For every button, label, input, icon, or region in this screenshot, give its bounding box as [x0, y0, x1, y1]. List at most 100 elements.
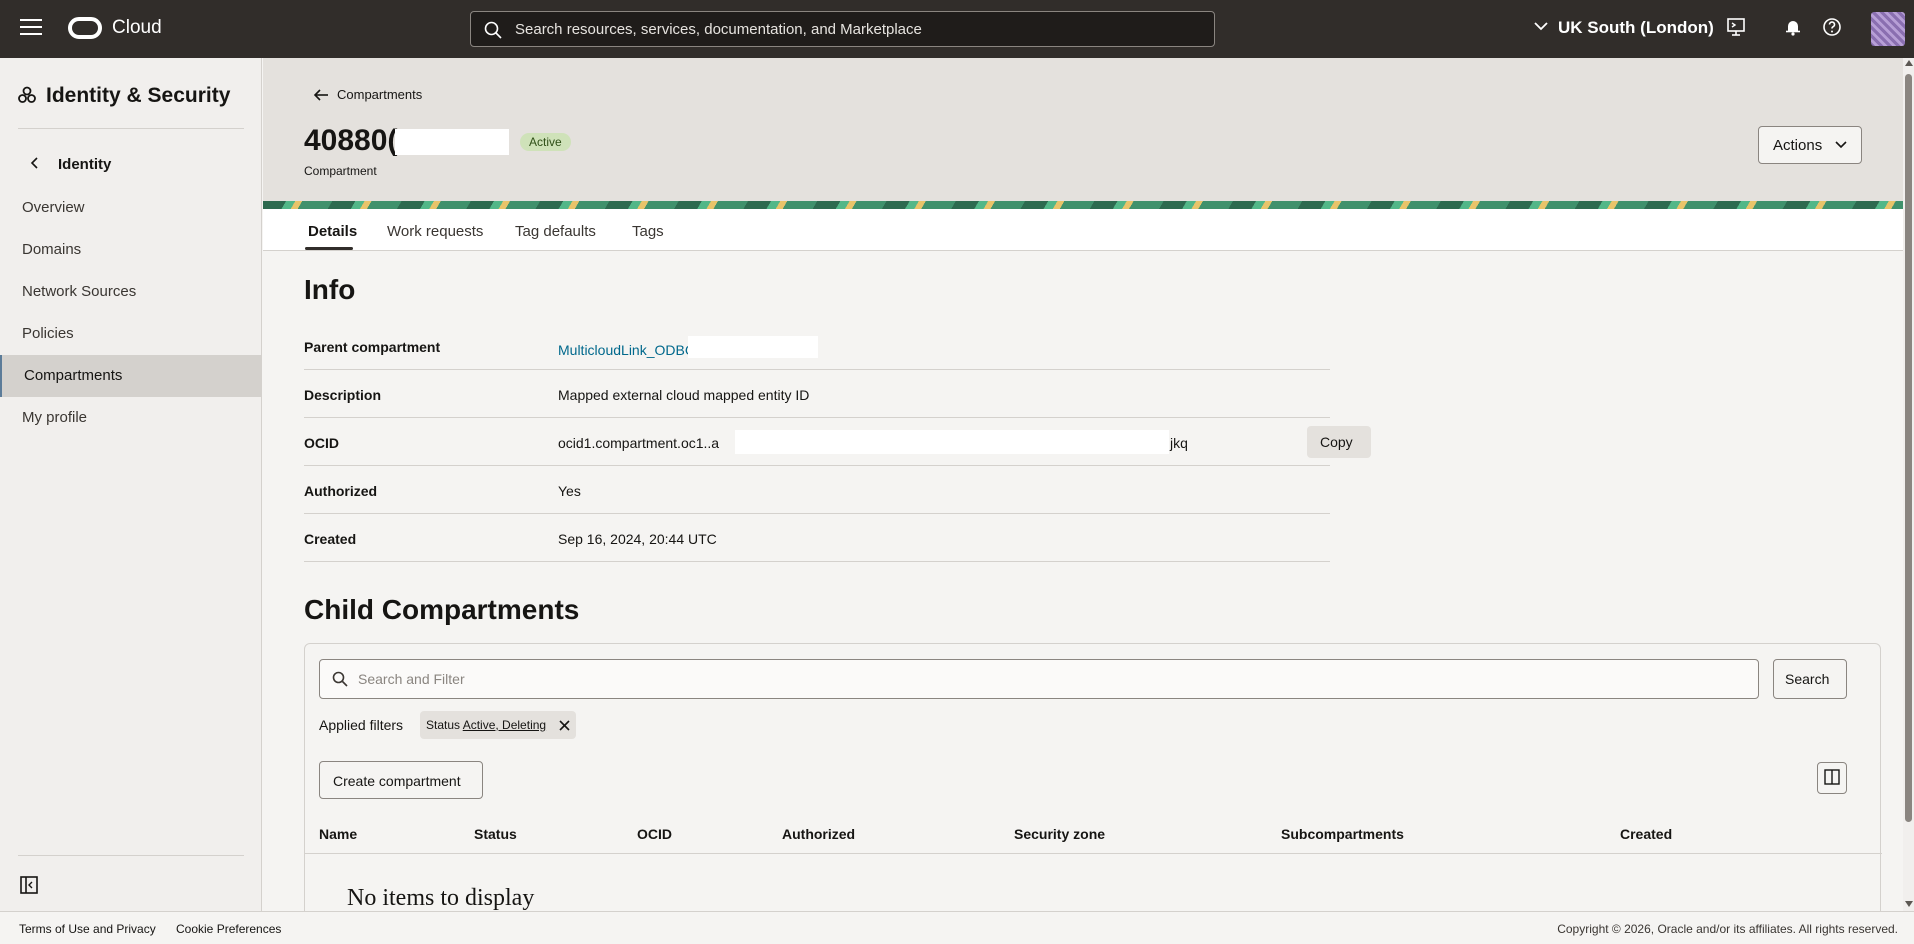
chevron-down-icon	[1835, 141, 1847, 149]
status-badge: Active	[520, 133, 571, 151]
back-to-compartments-link[interactable]: Compartments	[313, 87, 422, 102]
help-icon[interactable]	[1822, 17, 1842, 37]
scroll-down-arrow-icon[interactable]	[1905, 901, 1913, 907]
collapse-sidebar-icon[interactable]	[20, 876, 38, 894]
info-row-parent-compartment: Parent compartment MulticloudLink_ODBG_	[304, 322, 1330, 370]
info-value: Sep 16, 2024, 20:44 UTC	[558, 531, 717, 547]
scroll-up-arrow-icon[interactable]	[1905, 60, 1913, 66]
child-compartments-card: Search and Filter Search Applied filters…	[304, 643, 1882, 911]
sidebar-item-domains[interactable]: Domains	[0, 229, 262, 271]
search-icon	[484, 21, 502, 39]
user-avatar[interactable]	[1871, 12, 1905, 46]
sidebar-title: Identity & Security	[18, 84, 230, 108]
search-icon	[332, 671, 348, 687]
info-label: Description	[304, 387, 382, 403]
active-tab-indicator	[305, 247, 353, 250]
actions-button[interactable]: Actions	[1758, 126, 1862, 164]
sidebar: Identity & Security Identity Overview Do…	[0, 58, 262, 911]
oracle-logo-icon[interactable]	[68, 17, 102, 39]
sidebar-item-overview[interactable]: Overview	[0, 187, 262, 229]
cloud-shell-icon[interactable]	[1726, 17, 1746, 37]
sidebar-divider	[18, 128, 244, 129]
empty-state-message: No items to display	[347, 885, 535, 911]
sidebar-item-network-sources[interactable]: Network Sources	[0, 271, 262, 313]
parent-compartment-link[interactable]: MulticloudLink_ODBG_	[558, 342, 704, 358]
info-value: Mapped external cloud mapped entity ID	[558, 387, 810, 403]
ocid-suffix: jkq	[1170, 435, 1188, 451]
info-row-created: Created Sep 16, 2024, 20:44 UTC	[304, 514, 1330, 562]
chip-key: Status	[426, 718, 461, 732]
column-header-created[interactable]: Created	[1620, 826, 1672, 842]
identity-security-icon	[18, 86, 36, 103]
column-header-authorized[interactable]: Authorized	[782, 826, 855, 842]
info-row-authorized: Authorized Yes	[304, 466, 1330, 514]
status-filter-chip[interactable]: Status Active, Deleting	[420, 711, 577, 739]
copy-ocid-button[interactable]: Copy	[1307, 426, 1371, 458]
info-value: Yes	[558, 483, 581, 499]
create-compartment-button[interactable]: Create compartment	[319, 761, 483, 799]
tab-work-requests[interactable]: Work requests	[387, 223, 483, 240]
page-title: 40880(	[304, 124, 398, 157]
decorative-banner	[263, 201, 1903, 209]
back-link-label: Compartments	[337, 87, 423, 102]
global-search-placeholder: Search resources, services, documentatio…	[515, 21, 922, 38]
sidebar-item-my-profile[interactable]: My profile	[0, 397, 262, 439]
notifications-bell-icon[interactable]	[1783, 17, 1803, 37]
column-header-subcompartments[interactable]: Subcompartments	[1281, 826, 1404, 842]
page-scrollbar[interactable]	[1903, 58, 1914, 911]
sidebar-title-label: Identity & Security	[46, 84, 231, 107]
region-selector[interactable]: UK South (London)	[1534, 18, 1714, 38]
page-subtitle: Compartment	[304, 164, 377, 178]
redacted-area	[735, 430, 1169, 454]
column-header-name[interactable]: Name	[319, 826, 357, 842]
copyright-text: Copyright © 2026, Oracle and/or its affi…	[1557, 922, 1898, 936]
info-label: Parent compartment	[304, 339, 441, 355]
hamburger-menu-icon[interactable]	[20, 19, 42, 37]
column-header-status[interactable]: Status	[474, 826, 517, 842]
chevron-left-icon	[30, 157, 38, 169]
footer: Terms of Use and Privacy Cookie Preferen…	[0, 911, 1914, 944]
info-label: OCID	[304, 435, 339, 451]
region-label: UK South (London)	[1558, 18, 1714, 37]
sidebar-back-label: Identity	[58, 156, 112, 173]
redacted-title-area	[395, 129, 509, 155]
tab-details[interactable]: Details	[308, 223, 357, 240]
page-header: Compartments 40880( Active Compartment A…	[263, 58, 1903, 201]
sidebar-item-compartments[interactable]: Compartments	[0, 355, 262, 397]
child-compartments-title: Child Compartments	[304, 594, 580, 625]
column-header-ocid[interactable]: OCID	[637, 826, 672, 842]
info-row-ocid: OCID ocid1.compartment.oc1..a jkq Copy	[304, 418, 1371, 466]
sidebar-item-policies[interactable]: Policies	[0, 313, 262, 355]
search-filter-input[interactable]: Search and Filter	[319, 659, 1759, 699]
global-search-input[interactable]: Search resources, services, documentatio…	[470, 11, 1215, 47]
top-bar: Cloud Search resources, services, docume…	[0, 0, 1914, 58]
info-row-description: Description Mapped external cloud mapped…	[304, 370, 1330, 418]
brand-name[interactable]: Cloud	[112, 17, 162, 39]
terms-link[interactable]: Terms of Use and Privacy	[19, 922, 156, 936]
tab-bar: Details Work requests Tag defaults Tags	[263, 209, 1903, 251]
info-value: ocid1.compartment.oc1..a	[558, 435, 720, 451]
info-label: Authorized	[304, 483, 378, 499]
chip-value[interactable]: Active, Deleting	[463, 718, 546, 732]
redacted-area	[688, 336, 818, 358]
applied-filters-label: Applied filters	[319, 717, 404, 733]
info-section-title: Info	[304, 274, 356, 305]
search-button[interactable]: Search	[1773, 659, 1847, 699]
chevron-down-icon	[1534, 22, 1548, 31]
arrow-left-icon	[313, 89, 328, 101]
column-header-security-zone[interactable]: Security zone	[1014, 826, 1105, 842]
actions-label: Actions	[1773, 137, 1823, 154]
columns-icon	[1824, 769, 1840, 785]
table-header-divider	[305, 853, 1882, 854]
scrollbar-thumb[interactable]	[1905, 74, 1912, 822]
search-filter-placeholder: Search and Filter	[358, 671, 465, 687]
cookie-preferences-link[interactable]: Cookie Preferences	[176, 922, 281, 936]
tab-tag-defaults[interactable]: Tag defaults	[515, 223, 596, 240]
info-label: Created	[304, 531, 357, 547]
close-icon[interactable]	[559, 720, 570, 731]
sidebar-bottom-divider	[18, 855, 244, 856]
manage-columns-button[interactable]	[1817, 762, 1847, 794]
sidebar-back-identity[interactable]: Identity	[30, 156, 111, 173]
main-content: Compartments 40880( Active Compartment A…	[263, 58, 1903, 911]
tab-tags[interactable]: Tags	[632, 223, 664, 240]
